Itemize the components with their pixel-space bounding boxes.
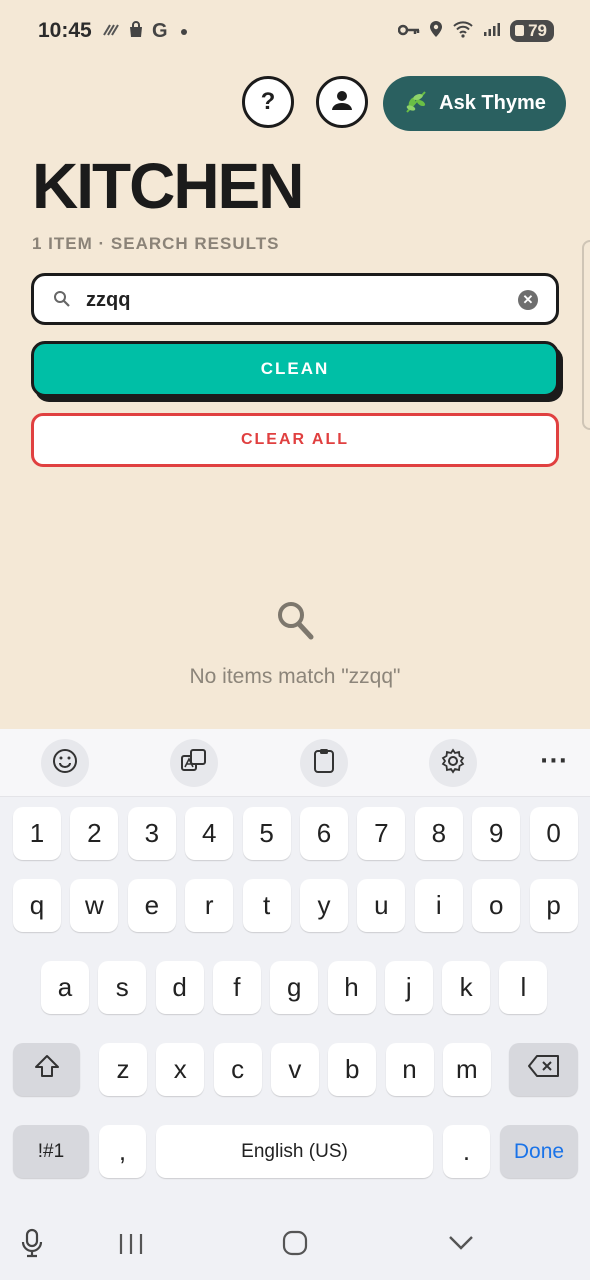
- done-key[interactable]: Done: [500, 1125, 578, 1178]
- key-v[interactable]: v: [270, 1043, 319, 1096]
- translate-button[interactable]: [170, 739, 218, 787]
- ask-thyme-button[interactable]: Ask Thyme: [383, 76, 566, 131]
- key-o[interactable]: o: [472, 879, 521, 932]
- key-a[interactable]: a: [41, 961, 89, 1014]
- status-time: 10:45: [38, 19, 92, 42]
- clear-all-button[interactable]: CLEAR ALL: [31, 413, 559, 467]
- key-8[interactable]: 8: [414, 807, 463, 860]
- close-icon: ✕: [522, 292, 534, 307]
- status-bar: 10:45 G 79: [0, 0, 590, 66]
- key-e[interactable]: e: [127, 879, 176, 932]
- wifi-icon: [452, 20, 474, 42]
- comma-key[interactable]: ,: [99, 1125, 146, 1178]
- key-t[interactable]: t: [242, 879, 291, 932]
- period-key[interactable]: .: [443, 1125, 490, 1178]
- key-j[interactable]: j: [384, 961, 433, 1014]
- search-icon: [53, 290, 71, 312]
- key-m[interactable]: m: [442, 1043, 491, 1096]
- key-p[interactable]: p: [529, 879, 578, 932]
- keyboard-toolbar: ···: [0, 729, 590, 797]
- backspace-icon: [527, 1054, 561, 1085]
- signal-slash-icon: [102, 22, 120, 41]
- key-2[interactable]: 2: [70, 807, 119, 860]
- key-0[interactable]: 0: [529, 807, 578, 860]
- help-button[interactable]: ?: [242, 76, 294, 128]
- key-y[interactable]: y: [300, 879, 348, 932]
- key-r[interactable]: r: [185, 879, 234, 932]
- key-n[interactable]: n: [385, 1043, 434, 1096]
- key-u[interactable]: u: [357, 879, 406, 932]
- key-z[interactable]: z: [99, 1043, 147, 1096]
- key-f[interactable]: f: [212, 961, 261, 1014]
- account-button[interactable]: [316, 76, 368, 128]
- key-q[interactable]: q: [13, 879, 61, 932]
- key-6[interactable]: 6: [300, 807, 348, 860]
- settings-button[interactable]: [429, 739, 477, 787]
- key-9[interactable]: 9: [472, 807, 521, 860]
- home-icon[interactable]: [282, 1230, 308, 1260]
- key-b[interactable]: b: [328, 1043, 377, 1096]
- gear-icon: [440, 748, 466, 778]
- empty-state-message: No items match "zzqq": [189, 665, 401, 688]
- clean-button[interactable]: CLEAN: [31, 341, 559, 397]
- person-icon: [331, 89, 353, 115]
- key-c[interactable]: c: [213, 1043, 262, 1096]
- on-screen-keyboard: ··· 1234567890 qwertyuiop asdfghjkl zxcvbnm…: [0, 729, 590, 1280]
- key-l[interactable]: l: [499, 961, 548, 1014]
- backspace-key[interactable]: [509, 1043, 578, 1096]
- ask-thyme-label: Ask Thyme: [439, 92, 546, 114]
- search-input[interactable]: [84, 284, 488, 316]
- key-x[interactable]: x: [156, 1043, 205, 1096]
- vpn-key-icon: [397, 22, 420, 41]
- cell-signal-icon: [483, 21, 501, 41]
- key-4[interactable]: 4: [185, 807, 234, 860]
- shift-key[interactable]: [13, 1043, 80, 1096]
- keyboard-more-button[interactable]: ···: [540, 749, 568, 774]
- clear-search-button[interactable]: ✕: [518, 290, 538, 310]
- symbols-key[interactable]: !#1: [13, 1125, 89, 1178]
- key-i[interactable]: i: [414, 879, 463, 932]
- search-box[interactable]: ✕: [31, 273, 559, 325]
- key-1[interactable]: 1: [13, 807, 61, 860]
- google-icon: G: [152, 20, 168, 42]
- herb-leaf-icon: [403, 88, 429, 120]
- key-7[interactable]: 7: [357, 807, 406, 860]
- battery-indicator: 79: [510, 20, 554, 42]
- search-icon: [276, 600, 314, 644]
- key-w[interactable]: w: [70, 879, 119, 932]
- microphone-icon[interactable]: [20, 1228, 44, 1262]
- space-key[interactable]: English (US): [156, 1125, 433, 1178]
- shopping-bag-icon: [127, 20, 145, 43]
- emoji-button[interactable]: [41, 739, 89, 787]
- system-navigation-bar: [0, 1200, 590, 1280]
- translate-icon: [180, 748, 208, 778]
- dot-icon: [180, 28, 187, 35]
- key-k[interactable]: k: [442, 961, 491, 1014]
- page-title: KITCHEN: [32, 150, 304, 222]
- key-3[interactable]: 3: [127, 807, 176, 860]
- shift-icon: [33, 1053, 61, 1086]
- hide-keyboard-icon[interactable]: [448, 1235, 474, 1255]
- location-icon: [429, 20, 443, 42]
- key-5[interactable]: 5: [242, 807, 291, 860]
- key-s[interactable]: s: [98, 961, 147, 1014]
- clipboard-button[interactable]: [300, 739, 348, 787]
- key-h[interactable]: h: [327, 961, 376, 1014]
- key-d[interactable]: d: [155, 961, 204, 1014]
- smiley-icon: [52, 748, 78, 778]
- key-g[interactable]: g: [270, 961, 319, 1014]
- recent-apps-icon[interactable]: [118, 1232, 144, 1260]
- clipboard-icon: [313, 748, 335, 778]
- search-results-summary: 1 ITEM · SEARCH RESULTS: [32, 234, 280, 253]
- scroll-indicator[interactable]: [582, 240, 590, 430]
